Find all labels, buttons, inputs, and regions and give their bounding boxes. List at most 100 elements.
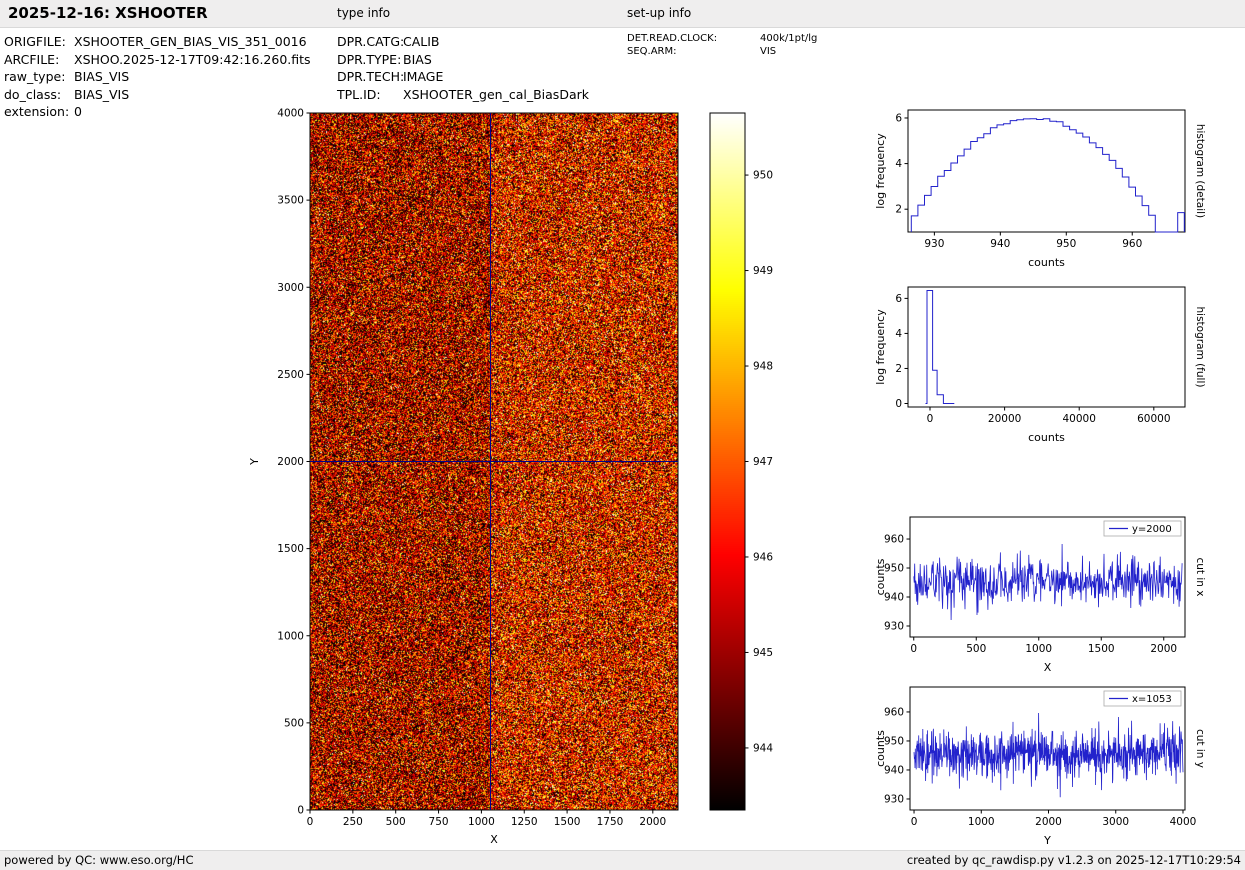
histogram-full-curve bbox=[925, 290, 955, 404]
y-tick-label: 2000 bbox=[277, 456, 304, 468]
y-tick-label: 6 bbox=[895, 112, 902, 124]
y-tick-label: 940 bbox=[884, 764, 904, 776]
y-tick-label: 3500 bbox=[277, 195, 304, 207]
file-info-row: ARCFILE: XSHOO.2025-12-17T09:42:16.260.fi… bbox=[4, 51, 311, 69]
field-label-dpr-tech: DPR.TECH: bbox=[337, 69, 405, 84]
x-tick-label: 1000 bbox=[468, 816, 495, 828]
x-tick-label: 2000 bbox=[1035, 816, 1062, 828]
histogram_full-xlabel: counts bbox=[1028, 431, 1065, 444]
field-value-origfile: XSHOOTER_GEN_BIAS_VIS_351_0016 bbox=[74, 34, 307, 49]
x-tick-label: 1000 bbox=[1025, 643, 1052, 655]
y-tick-label: 4 bbox=[895, 328, 902, 340]
x-tick-label: 1750 bbox=[597, 816, 624, 828]
page-title: 2025-12-16: XSHOOTER bbox=[8, 4, 208, 22]
colorbar-tick-label: 950 bbox=[753, 170, 773, 182]
y-tick-label: 930 bbox=[884, 793, 904, 805]
cut_in_x-ylabel: counts bbox=[874, 558, 887, 595]
field-label-raw-type: raw_type: bbox=[4, 69, 66, 84]
legend-label: x=1053 bbox=[1132, 694, 1172, 705]
field-value-dpr-catg: CALIB bbox=[403, 34, 440, 49]
x-tick-label: 250 bbox=[343, 816, 363, 828]
field-value-dpr-tech: IMAGE bbox=[403, 69, 444, 84]
type-info-row: DPR.CATG:CALIB bbox=[337, 33, 589, 51]
x-tick-label: 500 bbox=[966, 643, 986, 655]
field-label-seq-arm: SEQ.ARM: bbox=[627, 46, 677, 57]
footer-bar: powered by QC: www.eso.org/HC created by… bbox=[0, 850, 1245, 870]
y-tick-label: 1000 bbox=[277, 630, 304, 642]
field-label-origfile: ORIGFILE: bbox=[4, 34, 66, 49]
x-tick-label: 950 bbox=[1056, 238, 1076, 250]
setup-info-block: DET.READ.CLOCK: 400k/1pt/lg SEQ.ARM: VIS bbox=[627, 32, 817, 58]
colorbar-tick-label: 944 bbox=[753, 742, 773, 754]
x-tick-label: 0 bbox=[927, 413, 934, 425]
y-tick-label: 0 bbox=[297, 805, 304, 817]
histogram_full-frame bbox=[907, 286, 1186, 408]
legend-label: y=2000 bbox=[1132, 524, 1172, 535]
cut_in_y-side-label: cut in y bbox=[1194, 729, 1206, 768]
x-tick-label: 20000 bbox=[988, 413, 1021, 425]
file-info-block: ORIGFILE: XSHOOTER_GEN_BIAS_VIS_351_0016 … bbox=[4, 33, 311, 121]
cut_in_x-xlabel: X bbox=[1044, 661, 1052, 674]
x-tick-label: 0 bbox=[911, 816, 918, 828]
setup-info-row: DET.READ.CLOCK: 400k/1pt/lg bbox=[627, 32, 817, 45]
footer-powered-by-text: powered by QC: bbox=[4, 853, 100, 867]
y-tick-label: 1500 bbox=[277, 543, 304, 555]
file-info-row: ORIGFILE: XSHOOTER_GEN_BIAS_VIS_351_0016 bbox=[4, 33, 311, 51]
field-value-det-read-clock: 400k/1pt/lg bbox=[760, 33, 818, 44]
setup-info-row: SEQ.ARM: VIS bbox=[627, 45, 817, 58]
colorbar-tick-label: 946 bbox=[753, 551, 773, 563]
histogram_detail-xlabel: counts bbox=[1028, 256, 1065, 269]
type-info-row: TPL.ID: XSHOOTER_gen_cal_BiasDark bbox=[337, 86, 589, 104]
x-tick-label: 960 bbox=[1122, 238, 1142, 250]
field-label-extension: extension: bbox=[4, 104, 70, 119]
histogram_full-side-label: histogram (full) bbox=[1194, 307, 1206, 388]
footer-qc-link[interactable]: www.eso.org/HC bbox=[100, 853, 194, 867]
type-info-heading: type info bbox=[337, 6, 391, 20]
field-value-tpl-id: XSHOOTER_gen_cal_BiasDark bbox=[403, 86, 589, 102]
x-tick-label: 750 bbox=[429, 816, 449, 828]
field-label-do-class: do_class: bbox=[4, 86, 62, 102]
bias_image-ylabel: Y bbox=[248, 458, 261, 466]
cut_in_y-frame bbox=[909, 686, 1186, 811]
legend-box bbox=[1103, 520, 1182, 537]
file-info-row: extension: 0 bbox=[4, 103, 311, 121]
field-value-raw-type: BIAS_VIS bbox=[74, 69, 130, 84]
histogram_full-ylabel: log frequency bbox=[874, 309, 887, 385]
bias_image-xlabel: X bbox=[490, 833, 498, 846]
x-tick-label: 1500 bbox=[1088, 643, 1115, 655]
cut_in_y-xlabel: Y bbox=[1043, 834, 1051, 847]
field-label-dpr-type: DPR.TYPE: bbox=[337, 51, 402, 67]
histogram_detail-side-label: histogram (detail) bbox=[1194, 124, 1206, 218]
x-tick-label: 0 bbox=[307, 816, 314, 828]
cut_in_x-frame bbox=[909, 516, 1186, 638]
x-tick-label: 2000 bbox=[639, 816, 666, 828]
y-tick-label: 2500 bbox=[277, 369, 304, 381]
header-bar: 2025-12-16: XSHOOTER type info set-up in… bbox=[0, 0, 1245, 28]
type-info-block: DPR.CATG:CALIB DPR.TYPE: BIAS DPR.TECH:IM… bbox=[337, 33, 589, 103]
type-info-row: DPR.TYPE: BIAS bbox=[337, 51, 589, 69]
colorbar-tick-label: 945 bbox=[753, 647, 773, 659]
cut-in-x-line bbox=[913, 543, 1183, 621]
colorbar bbox=[710, 113, 745, 810]
colorbar-tick-label: 948 bbox=[753, 361, 773, 373]
colorbar-tick-label: 947 bbox=[753, 456, 773, 468]
field-label-det-read-clock: DET.READ.CLOCK: bbox=[627, 33, 718, 44]
y-tick-label: 930 bbox=[884, 620, 904, 632]
cut_in_y-ylabel: counts bbox=[874, 730, 887, 767]
field-label-tpl-id: TPL.ID: bbox=[337, 86, 381, 102]
x-tick-label: 1500 bbox=[554, 816, 581, 828]
field-value-seq-arm: VIS bbox=[760, 46, 777, 57]
x-tick-label: 930 bbox=[924, 238, 944, 250]
y-tick-label: 960 bbox=[884, 706, 904, 718]
y-tick-label: 500 bbox=[284, 717, 304, 729]
y-tick-label: 940 bbox=[884, 592, 904, 604]
field-value-do-class: BIAS_VIS bbox=[74, 86, 130, 102]
bias-image bbox=[310, 113, 678, 810]
field-value-extension: 0 bbox=[74, 104, 82, 119]
histogram-detail-curve bbox=[910, 118, 1185, 233]
y-tick-label: 4 bbox=[895, 158, 902, 170]
cut_in_x-side-label: cut in x bbox=[1194, 557, 1206, 596]
y-tick-label: 2 bbox=[895, 204, 902, 216]
field-label-arcfile: ARCFILE: bbox=[4, 51, 60, 67]
field-label-dpr-catg: DPR.CATG: bbox=[337, 34, 405, 49]
